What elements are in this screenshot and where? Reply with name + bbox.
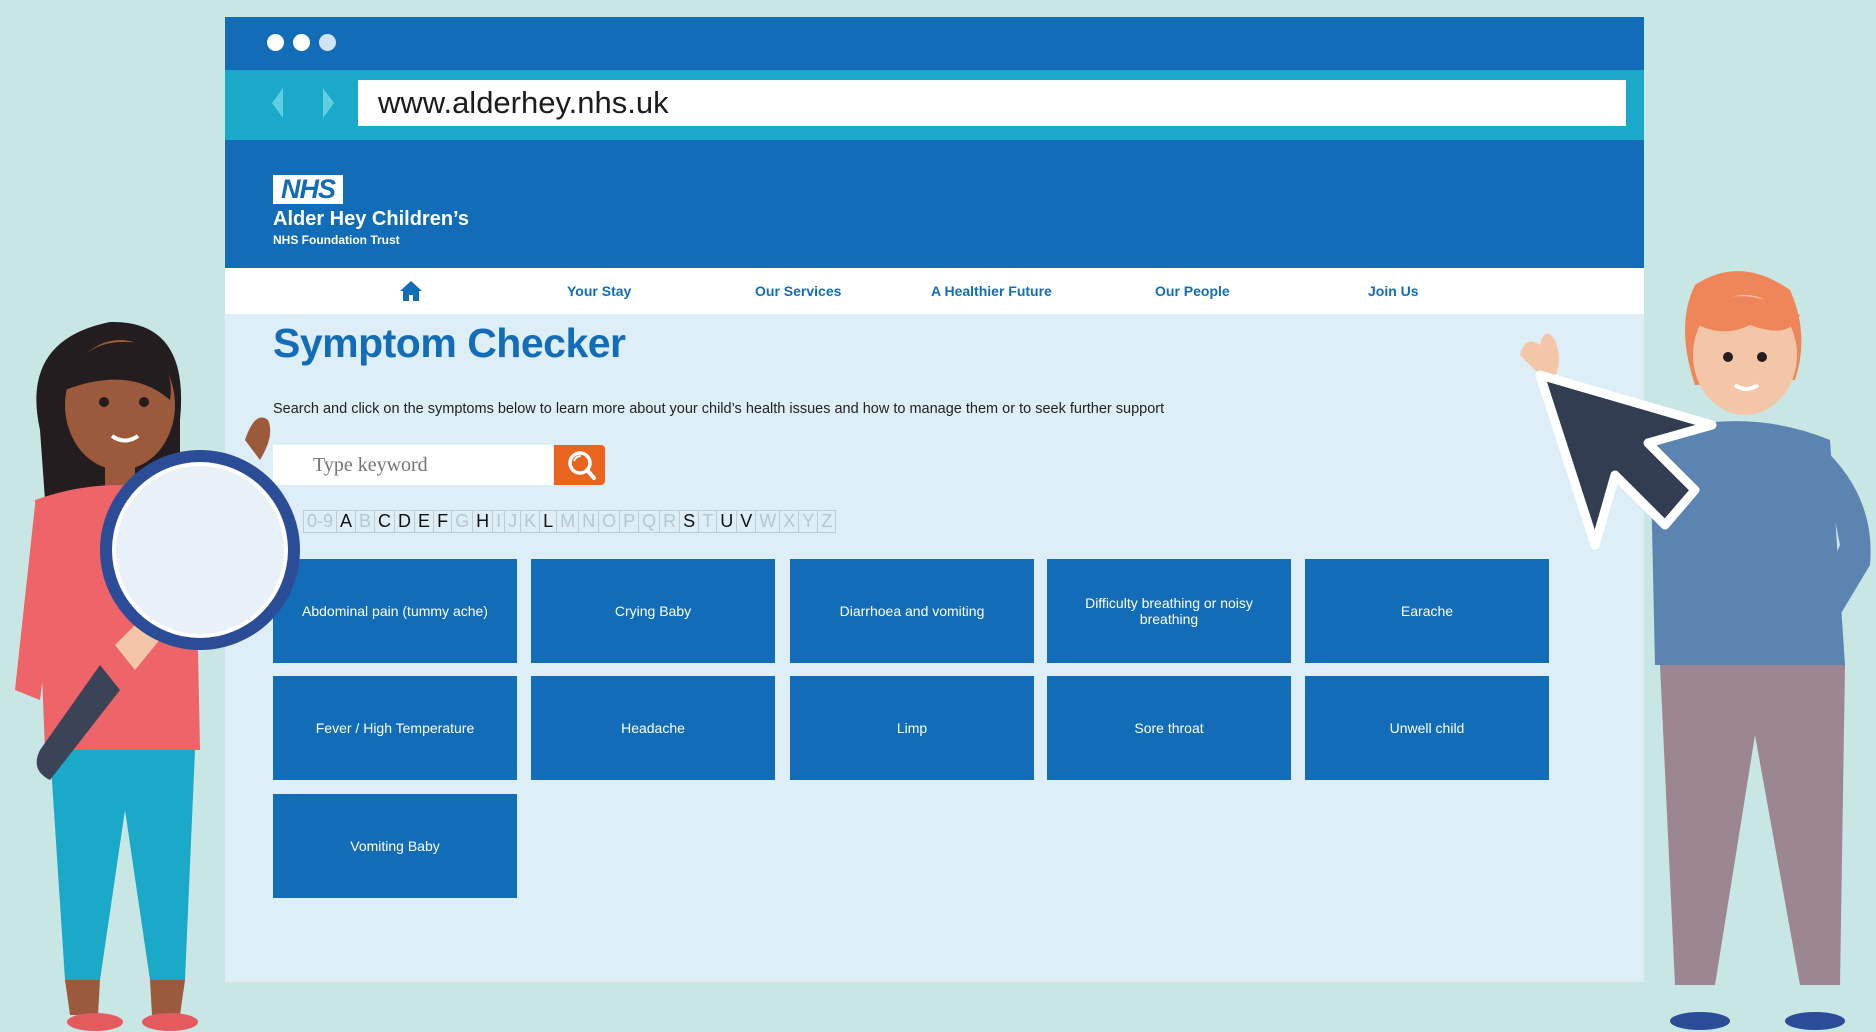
az-letter: K	[520, 510, 541, 533]
az-letter[interactable]: A	[336, 510, 357, 533]
intro-text: Search and click on the symptoms below t…	[273, 401, 1165, 417]
az-letter[interactable]: H	[472, 510, 494, 533]
search-icon	[568, 451, 596, 480]
az-letter: Y	[798, 510, 819, 533]
forward-arrow-icon[interactable]	[323, 88, 334, 118]
az-letter: M	[556, 510, 580, 533]
nhs-logo[interactable]: NHS	[273, 175, 343, 204]
az-letter: Z	[817, 510, 837, 533]
browser-address-bar: www.alderhey.nhs.uk	[225, 70, 1644, 140]
window-control-close[interactable]	[267, 34, 284, 51]
az-letter[interactable]: U	[716, 510, 738, 533]
az-letter[interactable]: V	[736, 510, 757, 533]
browser-titlebar	[225, 17, 1644, 70]
search-button[interactable]	[554, 445, 605, 485]
nav-item-our-people[interactable]: Our People	[1155, 268, 1230, 314]
symptom-tile-sore-throat[interactable]: Sore throat	[1047, 676, 1291, 780]
az-letter: N	[578, 510, 600, 533]
org-subtitle: NHS Foundation Trust	[273, 233, 400, 247]
site-header: NHS Alder Hey Children’s NHS Foundation …	[225, 140, 1644, 268]
az-letter: T	[698, 510, 718, 533]
az-letter[interactable]: L	[539, 510, 558, 533]
url-field[interactable]: www.alderhey.nhs.uk	[358, 80, 1626, 126]
nav-item-your-stay[interactable]: Your Stay	[567, 268, 631, 314]
az-letter: X	[779, 510, 800, 533]
az-letter: W	[755, 510, 781, 533]
symptom-tile-headache[interactable]: Headache	[531, 676, 775, 780]
az-letter: R	[659, 510, 681, 533]
az-letter[interactable]: C	[374, 510, 396, 533]
page-title: Symptom Checker	[273, 320, 626, 366]
org-name: Alder Hey Children’s	[273, 208, 469, 230]
window-control-minimize[interactable]	[293, 34, 310, 51]
az-letter: Q	[638, 510, 661, 533]
window-control-maximize[interactable]	[319, 34, 336, 51]
nav-item-our-services[interactable]: Our Services	[755, 268, 841, 314]
nav-item-join-us[interactable]: Join Us	[1368, 268, 1419, 314]
girl-with-magnifier-illustration	[15, 321, 300, 1031]
nav-item-healthier-future[interactable]: A Healthier Future	[931, 268, 1052, 314]
az-letter[interactable]: E	[414, 510, 435, 533]
az-letter: B	[355, 510, 376, 533]
symptom-tile-difficulty-breathing[interactable]: Difficulty breathing or noisy breathing	[1047, 559, 1291, 663]
az-letter: P	[619, 510, 640, 533]
az-letter: J	[504, 510, 522, 533]
az-letter: G	[451, 510, 474, 533]
az-letter: O	[598, 510, 621, 533]
a-z-filter: 0-9 A B C D E F G H I J K L M N O P Q R S T U V W X Y Z	[303, 510, 837, 533]
home-icon[interactable]	[399, 280, 423, 302]
main-nav: Your Stay Our Services A Healthier Futur…	[225, 268, 1644, 314]
symptom-tile-crying-baby[interactable]: Crying Baby	[531, 559, 775, 663]
symptom-tile-limp[interactable]: Limp	[790, 676, 1034, 780]
az-letter[interactable]: S	[679, 510, 700, 533]
az-letter[interactable]: D	[394, 510, 416, 533]
back-arrow-icon[interactable]	[272, 88, 283, 118]
az-letter[interactable]: F	[433, 510, 453, 533]
boy-with-cursor-illustration	[1520, 271, 1871, 1030]
symptom-tile-diarrhoea-vomiting[interactable]: Diarrhoea and vomiting	[790, 559, 1034, 663]
